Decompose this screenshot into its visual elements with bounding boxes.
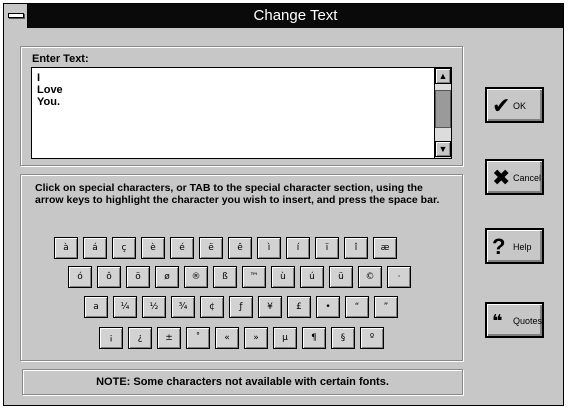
special-char-key[interactable]: ¾ — [171, 296, 195, 318]
help-button-label: Help — [513, 242, 532, 252]
special-char-key[interactable]: ¿ — [128, 327, 152, 349]
text-line: You. — [37, 96, 61, 108]
help-button[interactable]: ? Help — [485, 228, 544, 264]
special-char-key[interactable]: ì — [257, 237, 281, 259]
special-char-key[interactable]: ¥ — [258, 296, 282, 318]
special-char-key[interactable]: î — [344, 237, 368, 259]
special-char-key[interactable]: · — [387, 266, 411, 288]
instructions-text: Click on special characters, or TAB to t… — [35, 182, 440, 206]
system-menu-button[interactable] — [4, 4, 28, 28]
quotes-button-label: Quotes — [513, 316, 543, 326]
question-mark-icon: ? — [492, 234, 506, 259]
special-char-key[interactable]: ï — [315, 237, 339, 259]
special-char-key[interactable]: a — [84, 296, 108, 318]
ok-button-label: OK — [513, 101, 527, 111]
checkmark-icon: ✔ — [492, 93, 511, 118]
special-char-key[interactable]: ˚ — [186, 327, 210, 349]
special-char-key[interactable]: ¶ — [302, 327, 326, 349]
scroll-down-button[interactable]: ▼ — [435, 141, 451, 157]
enter-text-label: Enter Text: — [32, 53, 89, 65]
scroll-thumb[interactable] — [435, 90, 451, 128]
window-title: Change Text — [253, 7, 338, 24]
special-char-key[interactable]: æ — [373, 237, 397, 259]
scroll-up-button[interactable]: ▲ — [435, 68, 451, 84]
special-char-key[interactable]: ® — [184, 266, 208, 288]
cancel-button[interactable]: ✖ Cancel — [485, 159, 544, 195]
special-char-key[interactable]: “ — [345, 296, 369, 318]
system-menu-icon — [8, 13, 24, 18]
special-char-key[interactable]: £ — [287, 296, 311, 318]
quotes-button[interactable]: ❝ Quotes — [485, 302, 544, 338]
special-char-key[interactable]: ½ — [142, 296, 166, 318]
special-char-key[interactable]: ƒ — [229, 296, 253, 318]
x-icon: ✖ — [492, 165, 511, 190]
cancel-button-label: Cancel — [513, 173, 542, 183]
special-char-key[interactable]: á — [83, 237, 107, 259]
special-char-key[interactable]: ø — [155, 266, 179, 288]
special-char-key[interactable]: ± — [157, 327, 181, 349]
text-line: Love — [37, 84, 63, 96]
text-input-area[interactable]: I Love You. ▲ ▼ — [31, 67, 452, 159]
special-char-key[interactable]: ü — [329, 266, 353, 288]
special-char-key[interactable]: ó — [68, 266, 92, 288]
special-char-key[interactable]: ” — [374, 296, 398, 318]
vertical-scrollbar[interactable]: ▲ ▼ — [434, 68, 451, 158]
change-text-dialog: Change Text Enter Text: I Love You. ▲ ▼ … — [3, 3, 564, 406]
special-char-key[interactable]: ù — [271, 266, 295, 288]
special-char-key[interactable]: ê — [228, 237, 252, 259]
special-char-key[interactable]: • — [316, 296, 340, 318]
quote-marks-icon: ❝ — [492, 311, 503, 331]
special-char-key[interactable]: » — [244, 327, 268, 349]
special-char-key[interactable]: é — [170, 237, 194, 259]
special-char-key[interactable]: ç — [112, 237, 136, 259]
special-char-key[interactable]: º — [360, 327, 384, 349]
special-char-key[interactable]: ¼ — [113, 296, 137, 318]
arrow-down-icon: ▼ — [438, 144, 448, 154]
special-char-key[interactable]: © — [358, 266, 382, 288]
special-char-key[interactable]: ¡ — [99, 327, 123, 349]
special-char-key[interactable]: µ — [273, 327, 297, 349]
ok-button[interactable]: ✔ OK — [485, 87, 544, 123]
special-char-key[interactable]: § — [331, 327, 355, 349]
special-char-key[interactable]: ô — [97, 266, 121, 288]
arrow-up-icon: ▲ — [438, 71, 448, 81]
special-char-key[interactable]: ™ — [242, 266, 266, 288]
text-content: I Love You. — [37, 72, 63, 108]
text-line: I — [37, 72, 41, 84]
special-char-key[interactable]: è — [141, 237, 165, 259]
special-char-key[interactable]: ¢ — [200, 296, 224, 318]
special-char-key[interactable]: í — [286, 237, 310, 259]
special-char-key[interactable]: ß — [213, 266, 237, 288]
special-char-key[interactable]: ë — [199, 237, 223, 259]
special-char-key[interactable]: « — [215, 327, 239, 349]
special-char-key[interactable]: ö — [126, 266, 150, 288]
special-char-key[interactable]: à — [54, 237, 78, 259]
font-note: NOTE: Some characters not available with… — [22, 369, 463, 395]
special-char-key[interactable]: ú — [300, 266, 324, 288]
title-bar: Change Text — [4, 4, 563, 28]
